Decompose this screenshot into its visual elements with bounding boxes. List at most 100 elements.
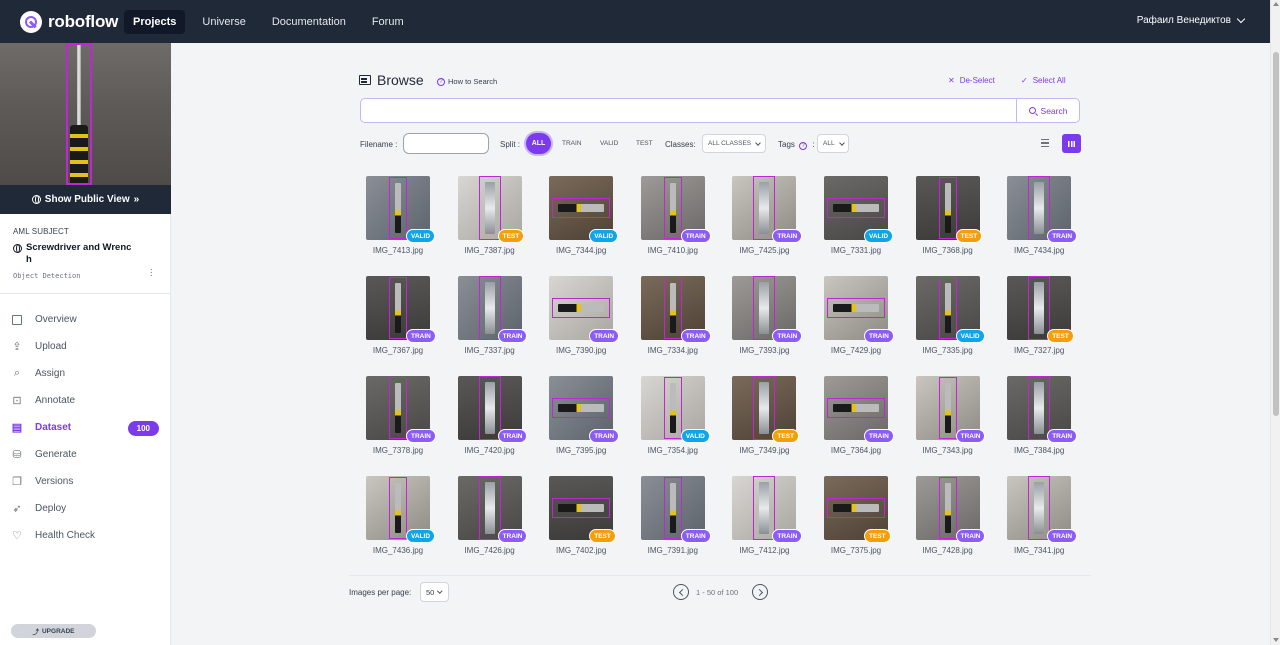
bounding-box: [753, 476, 776, 540]
image-card[interactable]: TRAIN IMG_7343.jpg: [915, 376, 986, 462]
image-filename: IMG_7402.jpg: [556, 546, 607, 555]
image-filename: IMG_7384.jpg: [1014, 446, 1065, 455]
split-badge: TRAIN: [772, 529, 803, 543]
split-badge: TEST: [864, 529, 891, 543]
nav-universe[interactable]: Universe: [193, 10, 254, 34]
sidebar-item-assign[interactable]: ⌕ Assign: [0, 360, 170, 387]
image-card[interactable]: TEST IMG_7327.jpg: [1007, 276, 1074, 362]
page-scrollbar[interactable]: [1270, 0, 1280, 645]
image-filename: IMG_7375.jpg: [830, 546, 882, 555]
upgrade-button[interactable]: ⤴ UPGRADE: [11, 624, 96, 638]
sidebar-item-dataset[interactable]: ▤ Dataset 100: [0, 414, 170, 441]
image-card[interactable]: TRAIN IMG_7420.jpg: [457, 376, 528, 462]
sidebar-item-upload[interactable]: ⇪ Upload: [0, 333, 170, 360]
image-card[interactable]: TRAIN IMG_7429.jpg: [824, 276, 894, 362]
image-filename: IMG_7344.jpg: [556, 246, 607, 255]
image-card[interactable]: TRAIN IMG_7390.jpg: [549, 276, 620, 362]
roboflow-logo[interactable]: roboflow: [20, 10, 124, 33]
image-card[interactable]: VALID IMG_7344.jpg: [549, 176, 619, 262]
sidebar-item-health-check[interactable]: ♡ Health Check: [0, 522, 170, 549]
how-to-search-label: How to Search: [448, 77, 498, 86]
nav-forum[interactable]: Forum: [363, 10, 413, 34]
split-badge: TRAIN: [680, 329, 711, 343]
image-filename: IMG_7378.jpg: [372, 446, 424, 455]
image-card[interactable]: TRAIN IMG_7426.jpg: [457, 476, 528, 562]
tags-dropdown[interactable]: ALL: [817, 134, 849, 153]
split-badge: TRAIN: [680, 229, 711, 243]
image-card[interactable]: TRAIN IMG_7410.jpg: [640, 176, 711, 262]
image-card[interactable]: TEST IMG_7368.jpg: [915, 176, 983, 262]
image-card[interactable]: TEST IMG_7375.jpg: [824, 476, 891, 562]
nav-projects[interactable]: Projects: [124, 9, 186, 34]
split-test-button[interactable]: TEST: [636, 140, 653, 147]
sidebar-item-annotate[interactable]: ⊡ Annotate: [0, 387, 170, 414]
nav-documentation[interactable]: Documentation: [263, 10, 355, 34]
bounding-box: [938, 477, 957, 539]
image-card[interactable]: VALID IMG_7354.jpg: [640, 376, 710, 462]
image-card[interactable]: TRAIN IMG_7384.jpg: [1007, 376, 1078, 462]
classes-value: ALL CLASSES: [708, 140, 752, 147]
filename-input[interactable]: [403, 133, 489, 154]
sidebar-item-overview[interactable]: Overview: [0, 306, 170, 333]
image-card[interactable]: VALID IMG_7335.jpg: [915, 276, 985, 362]
more-options-icon[interactable]: · · ·: [150, 265, 153, 281]
split-valid-button[interactable]: VALID: [600, 140, 618, 147]
scroll-up-arrow-icon[interactable]: [1273, 2, 1279, 6]
list-view-icon[interactable]: [1038, 136, 1052, 150]
image-card[interactable]: VALID IMG_7436.jpg: [366, 476, 436, 562]
image-card[interactable]: TRAIN IMG_7378.jpg: [366, 376, 436, 462]
image-card[interactable]: TRAIN IMG_7391.jpg: [640, 476, 711, 562]
image-card[interactable]: TRAIN IMG_7334.jpg: [640, 276, 711, 362]
grid-view-icon[interactable]: [1062, 134, 1081, 153]
split-badge: TEST: [772, 429, 800, 443]
search-input[interactable]: [361, 99, 1016, 122]
bounding-box: [389, 277, 407, 339]
how-to-search-link[interactable]: ? How to Search: [437, 77, 497, 86]
images-per-page-dropdown[interactable]: 50: [420, 582, 449, 602]
scroll-down-arrow-icon[interactable]: [1273, 638, 1279, 642]
sidebar-item-generate[interactable]: ⛁ Generate: [0, 441, 170, 468]
pagination-range: 1 - 50 of 100: [696, 588, 739, 597]
sidebar-item-deploy[interactable]: ➶ Deploy: [0, 495, 170, 522]
bounding-box: [1028, 476, 1051, 540]
split-badge: TRAIN: [955, 429, 986, 443]
scroll-thumb[interactable]: [1273, 52, 1279, 416]
sidebar-item-versions[interactable]: ❐ Versions: [0, 468, 170, 495]
image-card[interactable]: TRAIN IMG_7337.jpg: [457, 276, 528, 362]
image-card[interactable]: TRAIN IMG_7393.jpg: [732, 276, 803, 362]
image-card[interactable]: TRAIN IMG_7367.jpg: [366, 276, 436, 362]
project-info: AML SUBJECT Screwdriver and Wrenc h Obje…: [0, 214, 170, 294]
image-card[interactable]: TRAIN IMG_7434.jpg: [1007, 176, 1078, 262]
image-card[interactable]: TEST IMG_7402.jpg: [549, 476, 616, 562]
previous-page-icon[interactable]: [673, 584, 689, 600]
split-badge: TRAIN: [497, 429, 528, 443]
image-card[interactable]: VALID IMG_7331.jpg: [824, 176, 894, 262]
image-card[interactable]: VALID IMG_7413.jpg: [366, 176, 436, 262]
upgrade-label: UPGRADE: [41, 627, 75, 635]
image-card[interactable]: TRAIN IMG_7395.jpg: [549, 376, 620, 462]
deselect-button[interactable]: ✕ De-Select: [948, 76, 995, 85]
overview-icon: [11, 314, 23, 326]
image-filename: IMG_7368.jpg: [922, 246, 973, 255]
image-card[interactable]: TRAIN IMG_7412.jpg: [732, 476, 803, 562]
show-public-view-button[interactable]: Show Public View »: [0, 185, 171, 214]
split-train-button[interactable]: TRAIN: [562, 140, 582, 147]
image-card[interactable]: TEST IMG_7387.jpg: [457, 176, 525, 262]
user-menu[interactable]: Рафаил Венедиктов: [1137, 14, 1246, 26]
next-page-icon[interactable]: [752, 584, 768, 600]
image-card[interactable]: TRAIN IMG_7425.jpg: [732, 176, 803, 262]
classes-dropdown[interactable]: ALL CLASSES: [702, 134, 766, 153]
image-filename: IMG_7428.jpg: [922, 546, 973, 555]
select-all-button[interactable]: ✓ Select All: [1021, 76, 1066, 85]
image-filename: IMG_7393.jpg: [739, 346, 790, 355]
image-card[interactable]: TRAIN IMG_7364.jpg: [824, 376, 894, 462]
project-name[interactable]: Screwdriver and Wrenc h: [13, 242, 157, 266]
split-all-button[interactable]: ALL: [526, 133, 551, 154]
search-button[interactable]: Search: [1016, 99, 1079, 122]
split-badge: TRAIN: [955, 529, 986, 543]
image-card[interactable]: TEST IMG_7349.jpg: [732, 376, 800, 462]
split-badge: VALID: [955, 329, 985, 343]
image-card[interactable]: TRAIN IMG_7341.jpg: [1007, 476, 1078, 562]
image-card[interactable]: TRAIN IMG_7428.jpg: [915, 476, 986, 562]
split-badge: TRAIN: [680, 529, 711, 543]
